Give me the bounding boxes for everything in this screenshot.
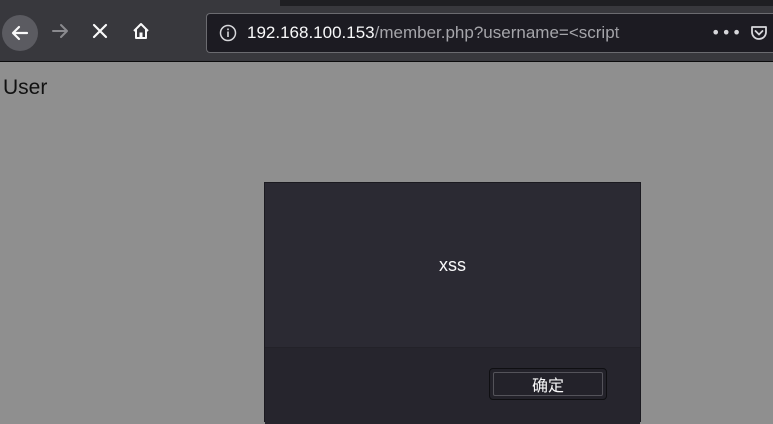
arrow-left-icon — [11, 25, 29, 41]
home-button[interactable] — [126, 16, 156, 46]
info-circle-icon[interactable] — [219, 24, 237, 42]
page-user-text: User — [3, 76, 48, 99]
back-button[interactable] — [2, 15, 38, 51]
ok-button-label: 确定 — [493, 372, 603, 396]
page-actions-menu-icon[interactable]: ••• — [711, 23, 742, 42]
dialog-footer: 确定 — [265, 347, 640, 424]
url-host: 192.168.100.153 — [247, 23, 375, 42]
stop-button[interactable] — [85, 16, 115, 46]
page-content: User xss 确定 — [0, 62, 773, 424]
browser-toolbar: 192.168.100.153/member.php?username=<scr… — [0, 0, 773, 62]
url-fade — [612, 16, 672, 50]
home-icon — [133, 23, 149, 39]
pocket-icon[interactable] — [749, 23, 769, 43]
url-bar[interactable]: 192.168.100.153/member.php?username=<scr… — [206, 13, 773, 53]
forward-button[interactable] — [45, 16, 75, 46]
dialog-message: xss — [439, 255, 466, 275]
arrow-right-icon — [52, 24, 68, 38]
tab-strip-edge — [280, 0, 773, 6]
url-path: /member.php?username=<script — [374, 23, 620, 42]
ok-button[interactable]: 确定 — [489, 368, 607, 400]
url-text[interactable]: 192.168.100.153/member.php?username=<scr… — [247, 23, 667, 43]
alert-dialog: xss 确定 — [264, 182, 641, 424]
close-x-icon — [92, 23, 108, 39]
